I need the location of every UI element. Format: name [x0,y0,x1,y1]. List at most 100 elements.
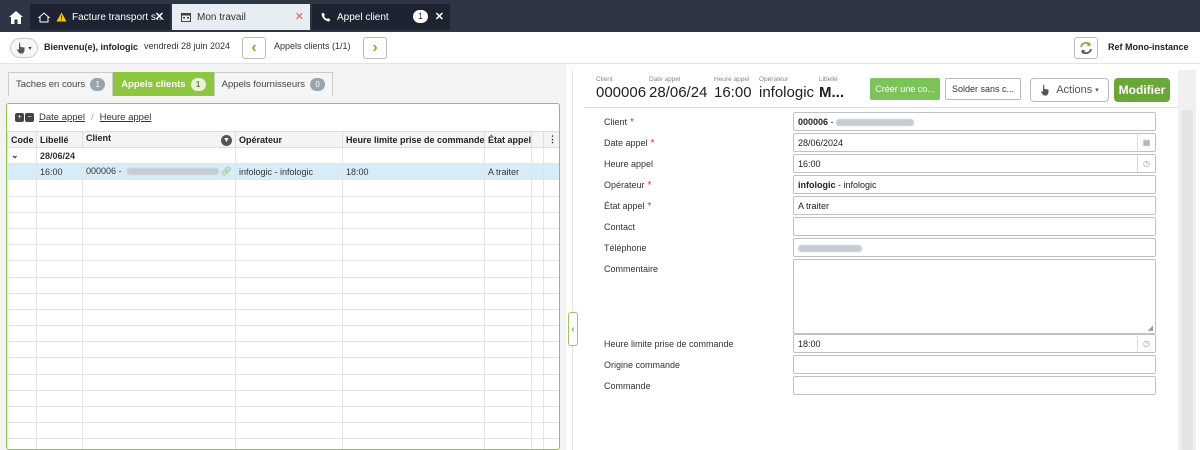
label-text: Date appel [604,138,648,148]
actions-button[interactable]: Actions ▾ [1030,78,1109,102]
header-value: 000006 [596,84,647,101]
input-suffix: - [828,117,837,127]
input-value: 28/06/2024 [798,138,844,148]
field-label: Contact [604,222,635,232]
empty-row [7,211,559,229]
chevron-down-icon: ▾ [1095,87,1099,94]
record-navigation-label: Appels clients (1/1) [274,41,351,51]
empty-row [7,341,559,359]
tab-mon-travail[interactable]: Mon travail ✕ [172,4,310,30]
home-icon [9,10,23,24]
expand-all-icon[interactable]: + [15,112,24,122]
etat-appel-input[interactable]: A traiter [793,196,1156,215]
collapse-all-icon[interactable]: − [25,112,34,122]
tab-appel-client[interactable]: Appel client 1 ✕ [312,4,450,30]
empty-row [7,438,559,449]
clock-icon[interactable]: ◷ [1137,155,1155,172]
column-header-libelle[interactable]: Libellé [36,131,83,148]
calendar-icon [180,11,192,23]
tab-appels-fournisseurs[interactable]: Appels fournisseurs 0 [213,72,334,96]
refresh-button[interactable] [1074,37,1098,59]
header-label: Libellé [819,76,838,83]
modifier-button[interactable]: Modifier [1114,78,1170,102]
table-row[interactable]: 16:00 000006 - 🔗︎ infologic - infologic … [7,163,559,181]
calendar-icon[interactable]: ▦ [1137,134,1155,151]
close-icon[interactable]: ✕ [295,10,304,23]
solder-button[interactable]: Solder sans c... [945,78,1021,100]
count-badge: 1 [190,78,206,91]
column-header-heure-limite[interactable]: Heure limite prise de commande [342,131,485,148]
empty-row [7,276,559,294]
hand-pointer-icon [1041,84,1049,96]
chevron-left-icon: ‹ [571,323,575,335]
cell-libelle: 16:00 [36,163,83,181]
close-icon[interactable]: ✕ [155,10,164,23]
label-text: Client [604,117,628,127]
collapse-panel-button[interactable]: ‹ [568,312,578,346]
home-button[interactable] [4,5,28,29]
group-by-heure-appel[interactable]: Heure appel [100,112,152,123]
link-icon[interactable]: 🔗︎ [221,166,232,177]
column-header-operateur[interactable]: Opérateur [235,131,343,148]
commentaire-textarea[interactable]: ◢ [793,259,1156,334]
resize-handle-icon[interactable]: ◢ [1148,324,1153,332]
next-record-button[interactable]: › [363,37,387,59]
clock-icon[interactable]: ◷ [1137,335,1155,352]
tab-appels-clients[interactable]: Appels clients 1 [113,72,214,96]
empty-row [7,244,559,262]
input-suffix: - infologic [835,180,877,190]
tab-facture-transport[interactable]: Facture transport s... ✕ [30,4,170,30]
header-libelle: Libellé M... [819,76,844,101]
header-value: 16:00 [714,84,752,101]
header-date-appel: Date appel 28/06/24 [649,76,707,101]
column-header-etat-appel[interactable]: État appel [484,131,532,148]
empty-row [7,227,559,246]
column-header-client[interactable]: Client ▼ [82,131,236,148]
cell-heure-limite: 18:00 [342,163,485,181]
column-header-code[interactable]: Code [7,131,37,148]
chevron-down-icon: ▾ [28,45,32,52]
tab-taches-en-cours[interactable]: Taches en cours 1 [8,72,114,96]
close-icon[interactable]: ✕ [435,10,444,23]
input-value: infologic [798,180,836,190]
warning-icon [55,11,67,23]
input-value: 16:00 [798,159,821,169]
date-appel-input[interactable]: 28/06/2024 ▦ [793,133,1156,152]
origine-commande-input[interactable] [793,355,1156,374]
field-label: Téléphone [604,243,647,253]
tab-label: Mon travail [197,11,246,23]
commande-input[interactable] [793,376,1156,395]
worklist-tabs: Taches en cours 1 Appels clients 1 Appel… [8,72,334,96]
create-order-button[interactable]: Créer une co... [870,78,940,100]
header-operateur: Opérateur infologic [759,76,814,101]
group-toggle[interactable]: ⌄ [7,146,37,165]
column-menu-button[interactable]: ⋮ [543,131,559,148]
group-row[interactable]: ⌄ 28/06/24 [7,146,559,165]
label-text: État appel [604,201,645,211]
filter-icon[interactable]: ▼ [221,135,232,146]
empty-row [7,373,559,391]
column-header-spacer [531,131,544,148]
chevron-left-icon: ‹ [251,39,257,56]
field-label: Heure limite prise de commande [604,339,734,349]
heure-appel-input[interactable]: 16:00 ◷ [793,154,1156,173]
input-value: A traiter [798,201,830,211]
call-form: Client * 000006 - Date appel * 28/06/2024 … [586,110,1176,450]
previous-record-button[interactable]: ‹ [242,37,266,59]
operateur-input[interactable]: infologic - infologic [793,175,1156,194]
label-text: Commentaire [604,264,659,274]
telephone-input[interactable] [793,238,1156,257]
current-date: vendredi 28 juin 2024 [144,41,231,51]
user-menu-button[interactable]: ▾ [10,38,38,58]
label-text: Commande [604,381,651,391]
scrollbar-thumb[interactable] [1181,110,1193,450]
client-code: 000006 - [86,166,122,177]
client-input[interactable]: 000006 - [793,112,1156,131]
contact-input[interactable] [793,217,1156,236]
field-label: Opérateur * [604,180,651,191]
hand-pointer-icon [17,42,25,54]
header-value: infologic [759,84,815,101]
group-by-date-appel[interactable]: Date appel [39,112,85,123]
welcome-text: Bienvenu(e), infologic [44,42,139,52]
heure-limite-input[interactable]: 18:00 ◷ [793,334,1156,353]
